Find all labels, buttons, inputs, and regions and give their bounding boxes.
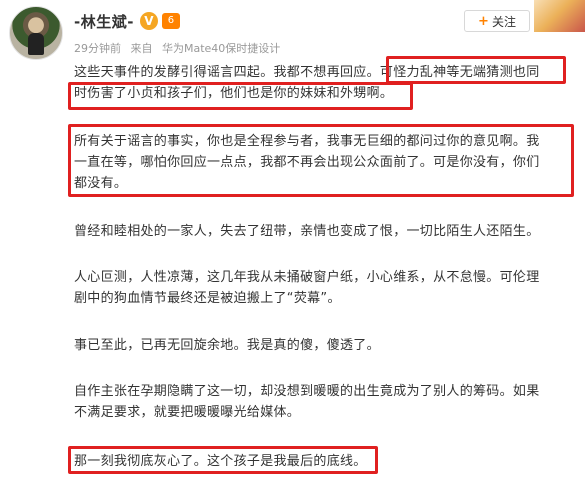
plus-icon: + [478,13,489,29]
level-badge-icon: 6 [161,13,180,29]
highlight-box-3 [68,446,378,474]
paragraph-4-line-2: 剧中的狗血情节最终还是被迫搬上了“荧幕”。 [74,291,341,306]
paragraph-6-line-2: 不满足要求，就要把暖暖曝光给媒体。 [74,405,301,420]
paragraph-6: 自作主张在孕期隐瞒了这一切，却没想到暖暖的出生竟成为了别人的筹码。如果 不满足要… [74,381,574,423]
paragraph-5-line-1: 事已至此，已再无回旋余地。我是真的傻，傻透了。 [74,338,380,353]
follow-button[interactable]: + 关注 [464,10,530,32]
highlight-box-1a [386,56,566,84]
paragraph-5: 事已至此，已再无回旋余地。我是真的傻，傻透了。 [74,335,574,356]
paragraph-6-line-1: 自作主张在孕期隐瞒了这一切，却没想到暖暖的出生竟成为了别人的筹码。如果 [74,384,540,399]
follow-button-label: 关注 [491,14,516,29]
post-meta: 29分钟前 来自 华为Mate40保时捷设计 [74,40,280,56]
source-prefix: 来自 [130,42,153,55]
author-row: -林生斌- V 6 [74,10,180,32]
card-decoration [534,0,585,32]
author-name[interactable]: -林生斌- [74,11,134,32]
paragraph-4: 人心叵测，人性凉薄，这几年我从未捅破窗户纸，小心维系，从不怠慢。可伦理 剧中的狗… [74,267,574,309]
post-time[interactable]: 29分钟前 [74,42,121,55]
avatar[interactable] [9,6,63,60]
highlight-box-2 [68,124,574,197]
post-device[interactable]: 华为Mate40保时捷设计 [162,42,280,55]
weibo-post: -林生斌- V 6 + 关注 29分钟前 来自 华为Mate40保时捷设计 这些… [0,0,585,487]
paragraph-4-line-1: 人心叵测，人性凉薄，这几年我从未捅破窗户纸，小心维系，从不怠慢。可伦理 [74,270,540,285]
paragraph-1-line-1a: 这些天事件的发酵引得谣言四起。我都不想再回应。 [74,65,380,80]
paragraph-3-line-1: 曾经和睦相处的一家人，失去了纽带，亲情也变成了恨，一切比陌生人还陌生。 [74,224,540,239]
avatar-figure [28,33,44,55]
highlight-box-1b [68,82,413,110]
paragraph-3: 曾经和睦相处的一家人，失去了纽带，亲情也变成了恨，一切比陌生人还陌生。 [74,221,574,242]
verified-badge-icon: V [139,12,158,30]
